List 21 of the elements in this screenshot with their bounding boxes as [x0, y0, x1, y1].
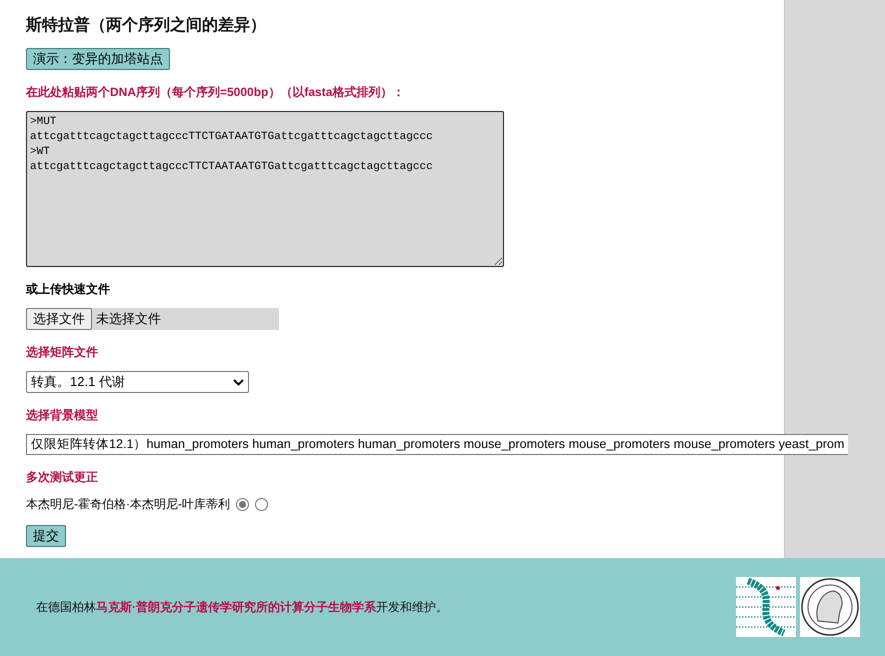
section-label: 在此处粘贴两个DNA序列（每个序列=5000bp）（以fasta格式排列）： [26, 84, 406, 101]
radio-button[interactable] [255, 498, 268, 511]
sequence-field[interactable]: >MUT attcgatttcagctagcttagcccTTCTGATAATGTGattcgatttcagctagcttagccc >WT attcgatttcagctagcttagcccTTCTAATAATGTGattcgatttcagctagcttagccc [26, 111, 504, 267]
footer-text: 在德国柏林马克斯·普朗克分子遗传学研究所的计算分子生物学系开发和维护。 [36, 598, 448, 616]
radio-button[interactable] [236, 498, 249, 511]
file-status: 未选择文件 [96, 310, 161, 328]
chevron-down-icon [233, 378, 244, 386]
submit-button[interactable]: 提交 [26, 525, 66, 547]
option-label: 本杰明尼-霍奇伯格·本杰明尼-叶库蒂利 [26, 496, 230, 513]
demo-button[interactable]: 演示：变异的加塔站点 [26, 48, 170, 70]
matrix-dropdown[interactable]: 转真。12.1 代谢 [26, 371, 249, 393]
emblem-logo-icon [800, 577, 860, 637]
background-model-list[interactable]: 仅限矩阵转体12.1）human_promoters human_promoters human_promoters mouse_promoters mouse_promoters mouse_promoters yeast_prom [26, 434, 848, 455]
institute-link[interactable]: 马克斯·普朗克分子遗传学研究所的计算分子生物学系 [96, 600, 376, 614]
section-label: 或上传快速文件 [26, 281, 111, 298]
section-label: 选择矩阵文件 [26, 344, 99, 361]
section-label: 选择背景模型 [26, 407, 99, 424]
section-label: 多次测试更正 [26, 469, 99, 486]
page-title: 斯特拉普（两个序列之间的差异） [26, 15, 267, 36]
choose-file-button[interactable]: 选择文件 [26, 308, 92, 330]
dna-logo-icon [736, 577, 796, 637]
